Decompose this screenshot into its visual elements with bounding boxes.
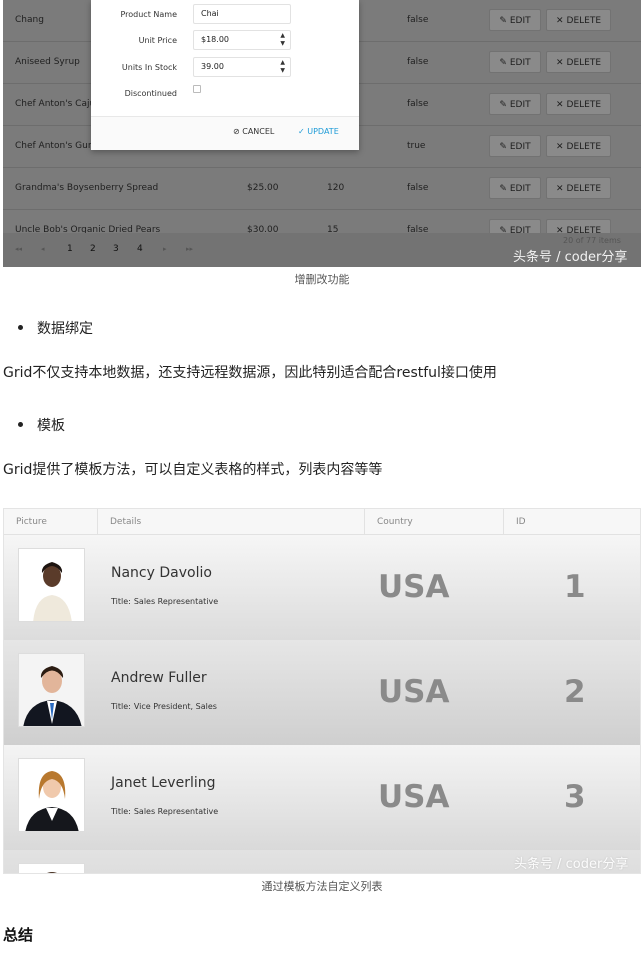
figure-caption: 通过模板方法自定义列表 xyxy=(261,880,383,893)
pencil-icon: ✎ xyxy=(499,58,507,68)
spinner-icon[interactable]: ▲ ▼ xyxy=(280,59,285,75)
edit-button[interactable]: ✎ EDIT xyxy=(489,9,541,31)
delete-button[interactable]: ✕ DELETE xyxy=(546,51,611,73)
page-button-4[interactable]: 4 xyxy=(137,233,143,265)
product-name-cell: Chef Anton's Gum xyxy=(15,141,91,151)
first-page-button[interactable]: ◂◂ xyxy=(15,233,22,265)
edit-button[interactable]: ✎ EDIT xyxy=(489,177,541,199)
units-in-stock-cell: 120 xyxy=(327,183,345,193)
employee-country: USA xyxy=(378,779,450,815)
employee-photo xyxy=(18,548,85,622)
discontinued-label: Discontinued xyxy=(124,89,177,98)
grid-editing-screenshot: Chang false ✎ EDIT ✕ DELETE Aniseed Syrup … xyxy=(3,0,641,267)
discontinued-cell: false xyxy=(407,15,429,25)
product-name-cell: Grandma's Boysenberry Spread xyxy=(15,183,159,193)
employee-photo xyxy=(18,653,85,727)
employee-id: 2 xyxy=(564,674,586,710)
product-name-input[interactable]: Chai xyxy=(193,4,291,24)
employee-title: Title: Vice President, Sales xyxy=(111,702,217,711)
discontinued-cell: false xyxy=(407,57,429,67)
column-header-id[interactable]: ID xyxy=(504,509,640,535)
page-button-2[interactable]: 2 xyxy=(90,233,96,265)
employee-country: USA xyxy=(378,569,450,605)
close-icon: ✕ xyxy=(555,100,564,110)
watermark: 头条号 / coder分享 xyxy=(514,857,629,872)
cancel-icon: ⊘ xyxy=(233,127,240,136)
employee-name: Andrew Fuller xyxy=(111,670,207,686)
delete-button[interactable]: ✕ DELETE xyxy=(546,9,611,31)
close-icon: ✕ xyxy=(555,58,564,68)
employee-title: Title: Sales Representative xyxy=(111,807,219,816)
employee-country: USA xyxy=(378,674,450,710)
close-icon: ✕ xyxy=(555,16,564,26)
update-button[interactable]: ✓ UPDATE xyxy=(298,127,339,136)
bullet-item: 模板 xyxy=(18,415,65,435)
unit-price-label: Unit Price xyxy=(138,36,177,45)
table-row: Grandma's Boysenberry Spread $25.00 120 … xyxy=(3,168,641,210)
pencil-icon: ✎ xyxy=(499,100,507,110)
employee-name: Janet Leverling xyxy=(111,775,216,791)
paragraph: Grid提供了模板方法，可以自定义表格的样式，列表内容等等 xyxy=(3,462,383,478)
product-name-cell: Chef Anton's Caju xyxy=(15,99,91,109)
unit-price-cell: $25.00 xyxy=(247,183,279,193)
discontinued-checkbox[interactable] xyxy=(193,85,201,93)
edit-button[interactable]: ✎ EDIT xyxy=(489,93,541,115)
discontinued-cell: false xyxy=(407,183,429,193)
prev-page-button[interactable]: ◂ xyxy=(41,233,45,265)
employee-title: Title: Sales Representative xyxy=(111,597,219,606)
bullet-dot-icon xyxy=(18,324,23,330)
units-in-stock-input[interactable]: 39.00 ▲ ▼ xyxy=(193,57,291,77)
column-header-details[interactable]: Details xyxy=(98,509,365,535)
edit-button[interactable]: ✎ EDIT xyxy=(489,135,541,157)
column-header-picture[interactable]: Picture xyxy=(4,509,98,535)
grid-header: Picture Details Country ID xyxy=(4,509,640,535)
column-header-country[interactable]: Country xyxy=(365,509,504,535)
watermark: 头条号 / coder分享 xyxy=(513,250,628,265)
product-name-label: Product Name xyxy=(120,10,177,19)
table-row[interactable]: Janet Leverling Title: Sales Representati… xyxy=(4,745,640,850)
table-row[interactable]: Nancy Davolio Title: Sales Representative… xyxy=(4,535,640,640)
employee-photo xyxy=(18,758,85,832)
bullet-dot-icon xyxy=(18,421,23,427)
edit-button[interactable]: ✎ EDIT xyxy=(489,51,541,73)
table-row[interactable]: Andrew Fuller Title: Vice President, Sale… xyxy=(4,640,640,745)
employee-photo xyxy=(18,863,85,873)
spinner-icon[interactable]: ▲ ▼ xyxy=(280,32,285,48)
close-icon: ✕ xyxy=(555,142,564,152)
employee-id: 1 xyxy=(564,569,586,605)
section-heading: 总结 xyxy=(3,926,34,944)
next-page-button[interactable]: ▸ xyxy=(163,233,167,265)
close-icon: ✕ xyxy=(555,184,564,194)
paragraph: Grid不仅支持本地数据，还支持远程数据源，因此特别适合配合restful接口使… xyxy=(3,365,497,381)
pencil-icon: ✎ xyxy=(499,184,507,194)
last-page-button[interactable]: ▸▸ xyxy=(186,233,193,265)
employee-id: 3 xyxy=(564,779,586,815)
page-button-3[interactable]: 3 xyxy=(113,233,119,265)
pencil-icon: ✎ xyxy=(499,16,507,26)
discontinued-cell: true xyxy=(407,141,426,151)
cancel-button[interactable]: ⊘ CANCEL xyxy=(233,127,274,136)
delete-button[interactable]: ✕ DELETE xyxy=(546,93,611,115)
delete-button[interactable]: ✕ DELETE xyxy=(546,135,611,157)
employee-name: Nancy Davolio xyxy=(111,565,212,581)
bullet-item: 数据绑定 xyxy=(18,318,93,338)
pencil-icon: ✎ xyxy=(499,142,507,152)
delete-button[interactable]: ✕ DELETE xyxy=(546,177,611,199)
unit-price-input[interactable]: $18.00 ▲ ▼ xyxy=(193,30,291,50)
page-button-1[interactable]: 1 xyxy=(67,233,73,265)
units-in-stock-label: Units In Stock xyxy=(121,63,177,72)
figure-caption: 增删改功能 xyxy=(294,273,350,286)
discontinued-cell: false xyxy=(407,99,429,109)
edit-popup: Product Name Chai Unit Price $18.00 ▲ ▼ U… xyxy=(91,0,359,150)
template-grid-screenshot: Picture Details Country ID Nancy Davolio… xyxy=(3,508,641,874)
check-icon: ✓ xyxy=(298,127,305,136)
popup-footer: ⊘ CANCEL ✓ UPDATE xyxy=(91,116,359,150)
